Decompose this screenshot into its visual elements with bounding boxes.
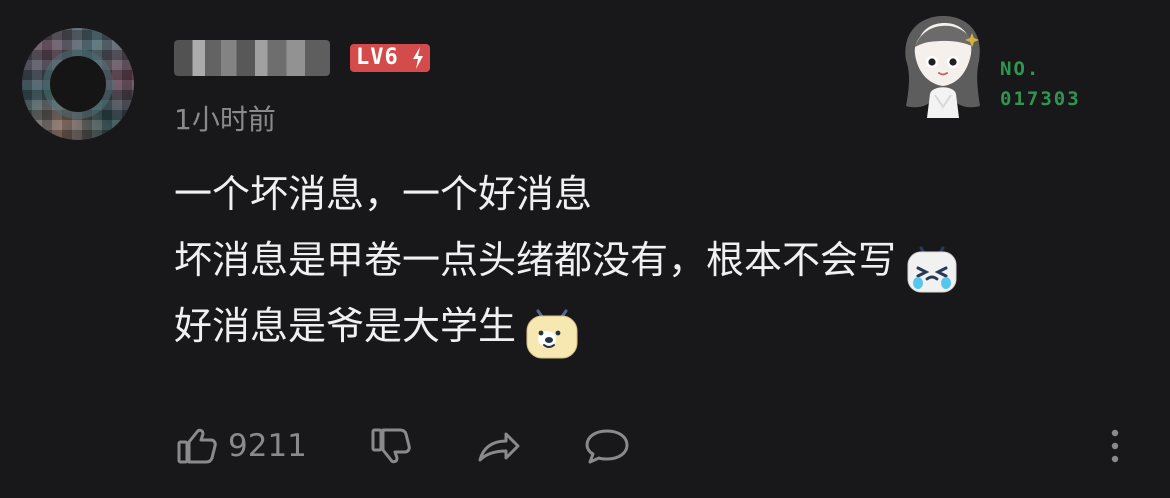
dog-emoji-icon xyxy=(526,309,578,359)
share-icon xyxy=(478,432,520,462)
level-badge: LV6 xyxy=(350,44,430,72)
thumbs-down-icon xyxy=(371,428,411,464)
more-vertical-icon[interactable] xyxy=(1098,420,1132,472)
comment-line-2: 坏消息是甲卷一点头绪都没有，根本不会写 xyxy=(174,238,1124,306)
lightning-bolt-icon xyxy=(413,47,423,69)
comment-line-1-text: 一个坏消息，一个好消息 xyxy=(174,172,593,216)
thumbs-up-icon xyxy=(177,428,217,464)
pendant-no-label: NO. xyxy=(1000,58,1041,80)
pendant-no-number: 017303 xyxy=(1000,88,1081,110)
comment-time: 1小时前 xyxy=(174,103,276,136)
comment-content: 一个坏消息，一个好消息 坏消息是甲卷一点头绪都没有，根本不会写 好消息是爷是大学… xyxy=(174,172,1124,372)
dislike-button[interactable] xyxy=(368,420,412,472)
level-label: LV6 xyxy=(356,45,399,70)
comment-line-2-text: 坏消息是甲卷一点头绪都没有，根本不会写 xyxy=(174,238,897,282)
pendant-number: NO. 017303 xyxy=(1000,54,1081,114)
comment-actions: 9211 xyxy=(174,420,1134,472)
like-count: 9211 xyxy=(228,428,307,464)
share-button[interactable] xyxy=(474,420,524,472)
like-button[interactable]: 9211 xyxy=(174,420,307,472)
reply-button[interactable] xyxy=(582,420,632,472)
crying-emoji-icon xyxy=(907,246,957,293)
reply-icon xyxy=(585,429,629,464)
comment-line-1: 一个坏消息，一个好消息 xyxy=(174,172,1124,240)
comment-line-3-text: 好消息是爷是大学生 xyxy=(174,304,517,348)
user-avatar[interactable] xyxy=(22,28,134,140)
character-pendant-image xyxy=(905,16,980,118)
comment-line-3: 好消息是爷是大学生 xyxy=(174,304,1124,372)
username-redacted[interactable] xyxy=(174,40,330,76)
